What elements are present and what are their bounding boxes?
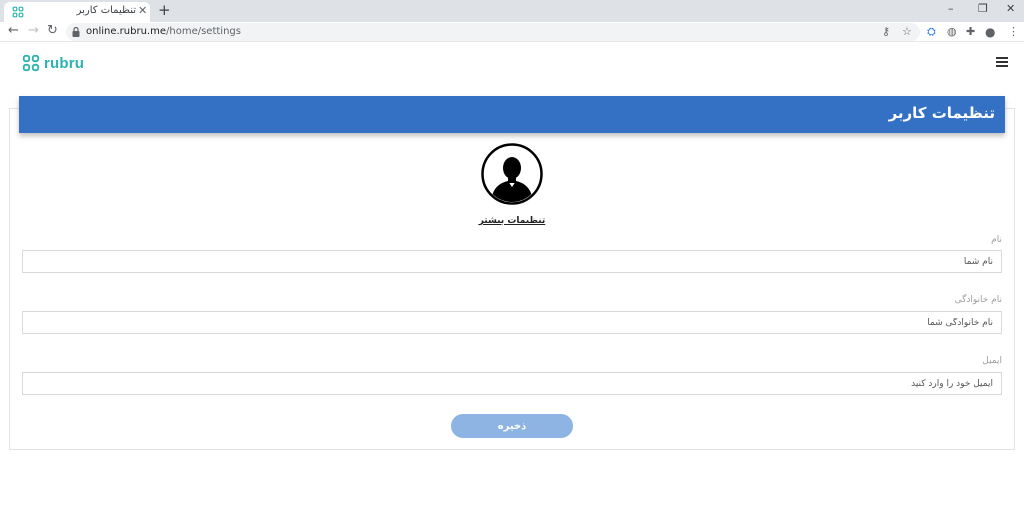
new-tab-button[interactable]: +: [158, 2, 171, 18]
url-path: /home/settings: [166, 26, 241, 37]
last-name-input[interactable]: [22, 311, 1002, 334]
address-bar[interactable]: online.rubru.me/home/settings ⚷ ☆: [66, 23, 920, 41]
back-arrow-icon[interactable]: ←: [8, 23, 19, 39]
first-name-label: نام: [991, 235, 1002, 245]
rubru-logo-icon: [22, 54, 40, 72]
reload-icon[interactable]: ↻: [47, 23, 58, 39]
rubru-favicon-icon: [12, 6, 24, 18]
browser-tab[interactable]: تنظیمات کاربر ✕: [4, 2, 150, 22]
browser-tab-bar: تنظیمات کاربر ✕ + – ❐ ✕: [0, 0, 1024, 22]
email-input[interactable]: [22, 372, 1002, 395]
forward-arrow-icon[interactable]: →: [28, 23, 39, 39]
key-icon[interactable]: ⚷: [882, 24, 890, 40]
puzzle-icon[interactable]: ✚: [966, 24, 975, 40]
browser-toolbar: ← → ↻ online.rubru.me/home/settings ⚷ ☆ …: [0, 22, 1024, 42]
url-text: online.rubru.me/home/settings: [86, 25, 241, 39]
brand-name: rubru: [44, 54, 85, 72]
email-label: ایمیل: [982, 356, 1002, 366]
url-host: online.rubru.me: [86, 26, 166, 37]
window-close-icon[interactable]: ✕: [1006, 2, 1015, 16]
save-button[interactable]: ذخیره: [451, 414, 573, 438]
extension-icon[interactable]: ⛭: [927, 24, 936, 40]
star-icon[interactable]: ☆: [902, 24, 912, 40]
page-title: تنظیمات کاربر: [888, 104, 995, 122]
hamburger-menu-icon[interactable]: [996, 57, 1008, 67]
first-name-input[interactable]: [22, 250, 1002, 273]
brand-logo[interactable]: rubru: [22, 53, 84, 73]
settings-card-header: تنظیمات کاربر: [19, 96, 1005, 133]
minimize-icon[interactable]: –: [948, 2, 954, 16]
profile-icon[interactable]: ●: [985, 24, 995, 40]
globe-icon[interactable]: ◍: [947, 24, 957, 40]
tab-title: تنظیمات کاربر: [76, 5, 136, 16]
lock-icon: [72, 27, 80, 37]
last-name-label: نام خانوادگی: [954, 295, 1002, 305]
restore-icon[interactable]: ❐: [978, 2, 988, 16]
avatar-icon[interactable]: [481, 143, 543, 205]
more-icon[interactable]: ⋮: [1008, 24, 1019, 40]
more-settings-link[interactable]: تنظیمات بیشتر: [462, 216, 562, 226]
tab-close-icon[interactable]: ✕: [138, 4, 147, 18]
